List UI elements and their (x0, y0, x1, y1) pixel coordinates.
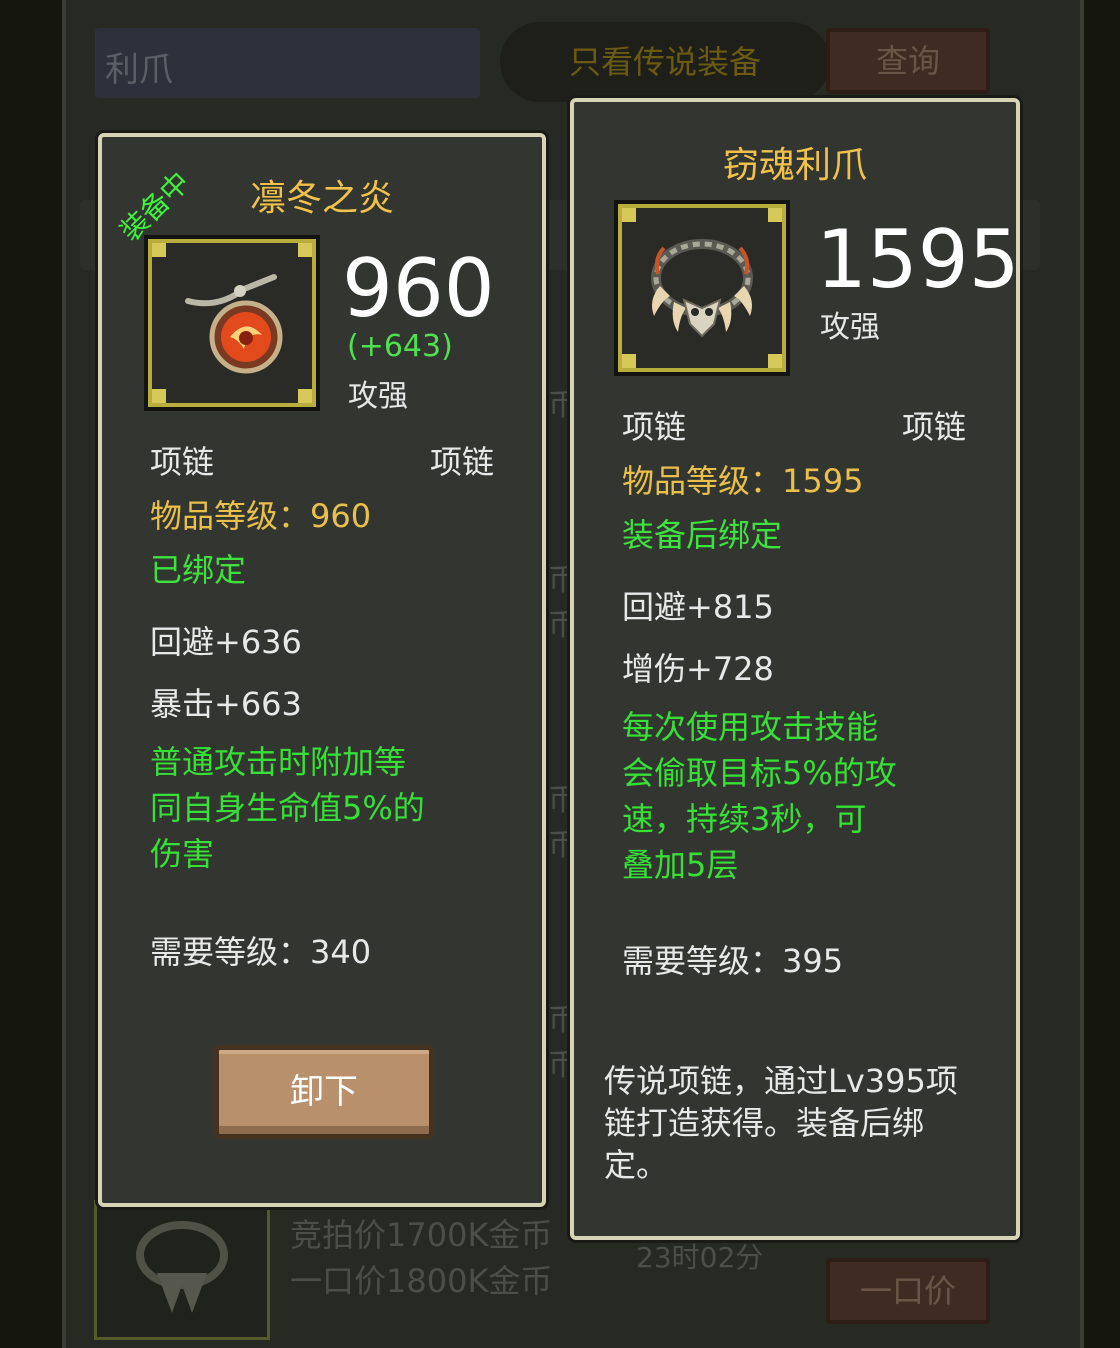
bind-status: 已绑定 (150, 551, 247, 589)
attribute-line: 回避+636 (150, 623, 302, 661)
query-button[interactable]: 查询 (826, 28, 990, 94)
equipped-item-tooltip: 装备中 凛冬之炎 960 (+643) 攻强 项链 项链 物品等级：960 已绑… (98, 133, 546, 1207)
bind-status: 装备后绑定 (622, 516, 783, 554)
effect-line: 叠加5层 (622, 846, 739, 884)
effect-line: 速，持续3秒，可 (622, 800, 867, 838)
lore-line: 传说项链，通过Lv395项 (604, 1062, 958, 1100)
attribute-line: 暴击+663 (150, 685, 302, 723)
item-category: 项链 (430, 443, 495, 481)
attribute-line: 回避+815 (622, 588, 774, 626)
item-slot-type: 项链 (150, 443, 215, 481)
item-icon-frame (144, 235, 320, 411)
attribute-line: 增伤+728 (622, 650, 774, 688)
compare-item-tooltip: 窃魂利爪 1595 攻强 项链 项链 物品等级：1595 装备后绑定 回避+81… (570, 98, 1020, 1240)
item-category: 项链 (902, 408, 967, 446)
item-icon-frame (614, 200, 790, 376)
required-level: 需要等级：340 (150, 933, 372, 971)
listing-time-left: 23时02分 (636, 1241, 764, 1274)
item-name: 窃魂利爪 (722, 145, 867, 186)
attack-power-value: 960 (342, 242, 495, 335)
special-effect: 每次使用攻击技能 会偷取目标5%的攻 速，持续3秒，可 叠加5层 (622, 704, 897, 888)
item-level: 物品等级：960 (150, 497, 372, 535)
item-lore: 传说项链，通过Lv395项 链打造获得。装备后绑 定。 (604, 1060, 958, 1186)
special-effect: 普通攻击时附加等 同自身生命值5%的 伤害 (150, 739, 425, 877)
lore-line: 链打造获得。装备后绑 (604, 1104, 925, 1142)
listing-buyout-price: 一口价1800K金币 (290, 1262, 553, 1300)
buyout-button[interactable]: 一口价 (826, 1258, 990, 1324)
effect-line: 每次使用攻击技能 (622, 708, 879, 746)
attack-power-diff: (+643) (347, 329, 453, 364)
item-slot-type: 项链 (622, 408, 687, 446)
effect-line: 普通攻击时附加等 (150, 743, 407, 781)
unequip-button[interactable]: 卸下 (214, 1045, 434, 1139)
fire-amulet-icon (185, 274, 283, 374)
effect-line: 同自身生命值5%的 (150, 789, 425, 827)
search-input[interactable]: 利爪 (95, 28, 480, 98)
listing-auction-price: 竞拍价1700K金币 (290, 1216, 553, 1254)
attack-power-value: 1595 (816, 213, 1020, 306)
claw-necklace-icon (136, 1221, 228, 1313)
attack-power-label: 攻强 (348, 379, 408, 414)
lore-line: 定。 (604, 1146, 669, 1184)
required-level: 需要等级：395 (622, 942, 844, 980)
item-level: 物品等级：1595 (622, 462, 864, 500)
claw-necklace-icon (651, 239, 753, 338)
item-name: 凛冬之炎 (249, 178, 394, 219)
effect-line: 会偷取目标5%的攻 (622, 754, 897, 792)
attack-power-label: 攻强 (820, 310, 880, 345)
legendary-only-toggle[interactable]: 只看传说装备 (500, 22, 830, 102)
effect-line: 伤害 (150, 835, 215, 873)
listing-item-thumbnail[interactable] (94, 1200, 270, 1340)
